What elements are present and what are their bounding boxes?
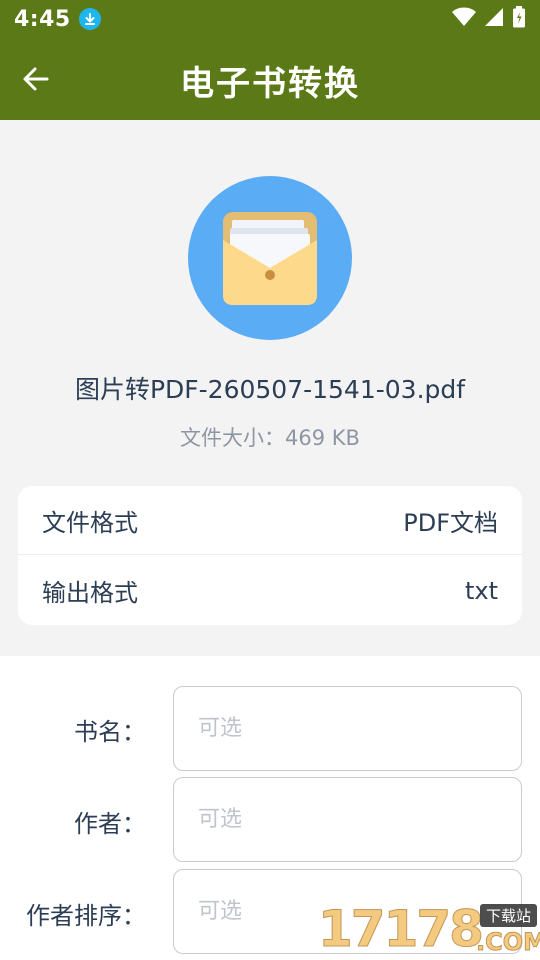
author-sort-input[interactable] (173, 869, 522, 954)
author-sort-label: 作者排序： (26, 902, 146, 930)
app-bar: 电子书转换 (0, 38, 540, 120)
author-input[interactable] (173, 777, 522, 862)
output-format-value[interactable]: txt (465, 577, 498, 605)
file-size-value: 469 KB (285, 426, 360, 450)
output-format-row[interactable]: 输出格式 txt (18, 556, 522, 625)
book-title-label: 书名： (74, 718, 146, 746)
book-title-input[interactable] (173, 686, 522, 771)
folder-documents-icon (223, 212, 317, 305)
output-format-label: 输出格式 (42, 579, 138, 607)
file-name: 图片转PDF-260507-1541-03.pdf (74, 375, 466, 404)
file-size-label: 文件大小： (180, 426, 286, 450)
file-size: 文件大小：469 KB (0, 422, 540, 452)
download-icon (78, 8, 101, 30)
battery-icon (512, 6, 526, 32)
source-format-value: PDF文档 (403, 508, 498, 537)
format-card: 文件格式 PDF文档 输出格式 txt (18, 486, 522, 625)
source-format-label: 文件格式 (42, 508, 138, 537)
page-title: 电子书转换 (180, 64, 360, 104)
author-label: 作者： (74, 810, 146, 838)
status-icons (452, 6, 526, 32)
source-format-row: 文件格式 PDF文档 (18, 486, 522, 555)
wifi-icon (452, 7, 476, 31)
status-bar: 4:45 (0, 0, 540, 38)
file-icon-badge (188, 176, 352, 340)
status-time: 4:45 (14, 6, 71, 32)
signal-icon (484, 7, 504, 31)
